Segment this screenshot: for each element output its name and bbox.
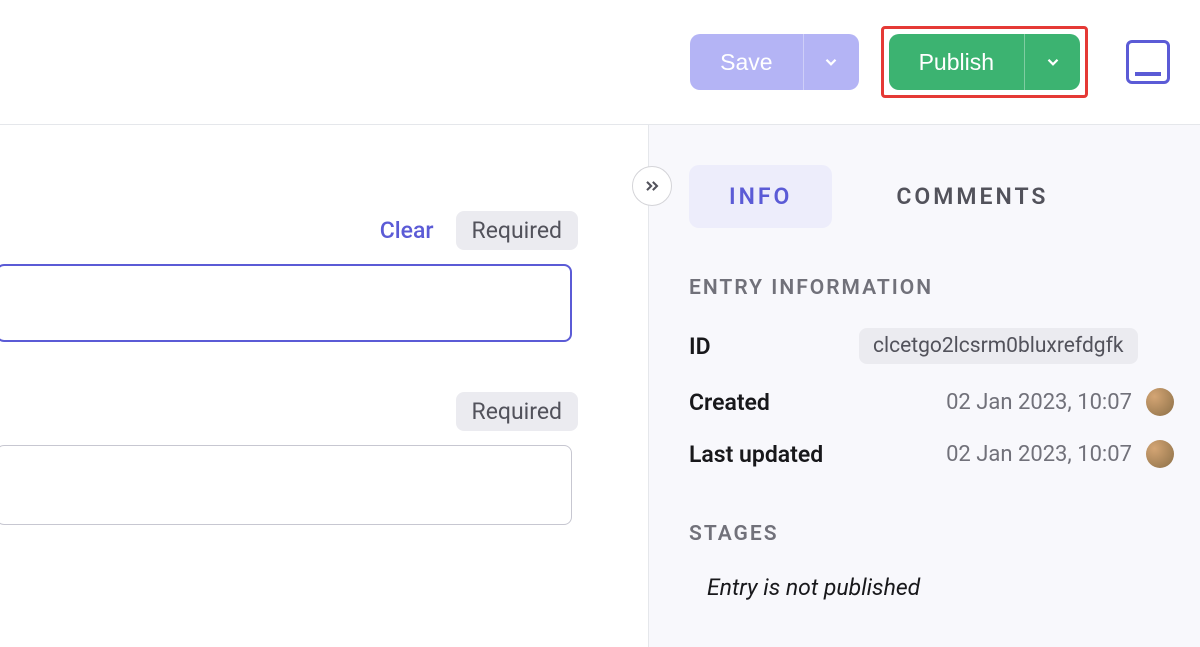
avatar [1146, 440, 1174, 468]
save-split-button: Save [690, 34, 858, 90]
updated-value: 02 Jan 2023, 10:07 [859, 442, 1140, 467]
collapse-sidebar-button[interactable] [632, 166, 672, 206]
created-label: Created [689, 389, 859, 416]
id-value: clcetgo2lcsrm0bluxrefdgfk [859, 328, 1138, 364]
avatar [1146, 388, 1174, 416]
publish-split-button: Publish [889, 34, 1080, 90]
text-input-2[interactable] [0, 445, 572, 525]
chevron-double-right-icon [642, 176, 662, 196]
id-label: ID [689, 333, 859, 360]
tab-comments[interactable]: COMMENTS [856, 165, 1088, 228]
main-content: Clear Required Required INFO COMMENTS EN… [0, 125, 1200, 647]
chevron-down-icon [822, 53, 840, 71]
info-row-created: Created 02 Jan 2023, 10:07 [689, 388, 1174, 416]
chevron-down-icon [1044, 53, 1062, 71]
text-input-1[interactable] [0, 264, 572, 342]
field-meta: Required [0, 392, 648, 431]
stages-status: Entry is not published [707, 574, 1174, 601]
field-meta: Clear Required [0, 211, 648, 250]
stages-section: STAGES Entry is not published [689, 522, 1174, 601]
info-row-updated: Last updated 02 Jan 2023, 10:07 [689, 440, 1174, 468]
required-badge: Required [456, 211, 578, 250]
info-pane: INFO COMMENTS ENTRY INFORMATION ID clcet… [648, 125, 1200, 647]
form-pane: Clear Required Required [0, 125, 648, 647]
required-badge: Required [456, 392, 578, 431]
tabs: INFO COMMENTS [689, 165, 1174, 228]
panel-bar-icon [1135, 72, 1161, 76]
created-value: 02 Jan 2023, 10:07 [859, 390, 1140, 415]
updated-label: Last updated [689, 441, 859, 468]
publish-highlight: Publish [881, 26, 1088, 98]
publish-dropdown-button[interactable] [1024, 34, 1080, 90]
panel-toggle-icon[interactable] [1126, 40, 1170, 84]
save-dropdown-button[interactable] [803, 34, 859, 90]
tab-info[interactable]: INFO [689, 165, 832, 228]
toolbar: Save Publish [0, 0, 1200, 125]
field-row: Required [0, 392, 648, 525]
entry-info-heading: ENTRY INFORMATION [689, 276, 1174, 300]
save-button[interactable]: Save [690, 34, 802, 90]
publish-button[interactable]: Publish [889, 34, 1024, 90]
stages-heading: STAGES [689, 522, 1174, 546]
info-row-id: ID clcetgo2lcsrm0bluxrefdgfk [689, 328, 1174, 364]
field-row: Clear Required [0, 211, 648, 342]
clear-button[interactable]: Clear [380, 217, 434, 244]
